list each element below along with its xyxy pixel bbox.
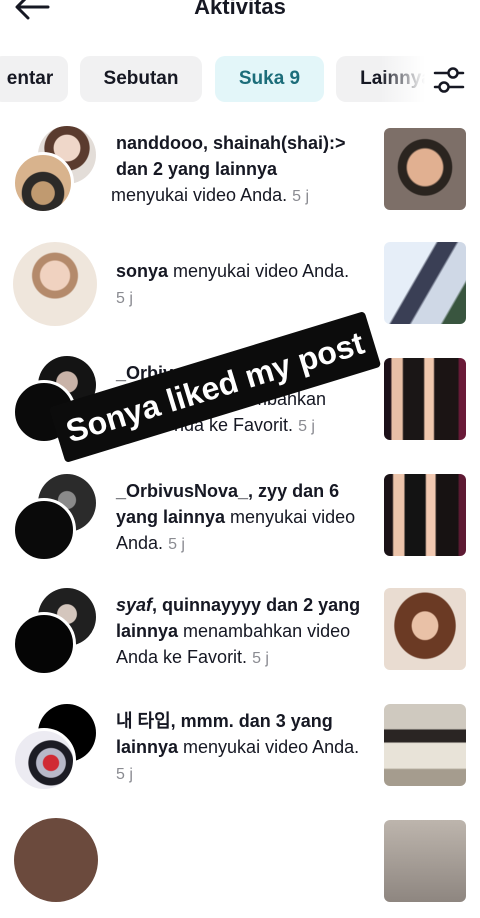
user-name[interactable]: syaf: [116, 595, 152, 615]
video-thumbnail[interactable]: [384, 358, 466, 440]
header: Aktivitas: [0, 0, 480, 40]
timestamp: 5 j: [292, 188, 310, 205]
user-name[interactable]: sonya: [116, 261, 168, 281]
filter-icon[interactable]: [432, 65, 466, 95]
timestamp: 5 j: [252, 650, 269, 667]
notification-item[interactable]: sonya menyukai video Anda. 5 j: [0, 238, 480, 338]
others-count[interactable]: dan 2 yang lainnya: [116, 159, 277, 179]
user-names[interactable]: _OrbivusNova_, zyy dan 6: [116, 481, 339, 501]
avatar[interactable]: [12, 612, 76, 676]
avatar[interactable]: [14, 818, 98, 902]
notification-item[interactable]: _OrbivusNova_, zyy dan 6 yang lainnya me…: [0, 472, 480, 572]
others-count[interactable]: lainnya: [116, 737, 178, 757]
notification-text: 내 타입, mmm. dan 3 yang lainnya menyukai v…: [116, 711, 360, 783]
notification-text: nanddooo, shainah(shai):> dan 2 yang lai…: [111, 133, 346, 205]
filter-tabs: entar Sebutan Suka 9 Lainnya: [0, 56, 480, 104]
notification-text: sonya menyukai video Anda. 5 j: [116, 261, 350, 307]
video-thumbnail[interactable]: [384, 820, 466, 902]
timestamp: 5 j: [298, 418, 315, 435]
tab-sebutan[interactable]: Sebutan: [80, 56, 202, 102]
timestamp: 5 j: [116, 290, 133, 307]
video-thumbnail[interactable]: [384, 242, 466, 324]
video-thumbnail[interactable]: [384, 588, 466, 670]
notification-item[interactable]: nanddooo, shainah(shai):> dan 2 yang lai…: [0, 122, 480, 222]
timestamp: 5 j: [116, 766, 133, 783]
video-thumbnail[interactable]: [384, 704, 466, 786]
notification-item[interactable]: 내 타입, mmm. dan 3 yang lainnya menyukai v…: [0, 702, 480, 802]
user-names[interactable]: , quinnayyyy dan 2 yang: [152, 595, 360, 615]
tab-suka[interactable]: Suka 9: [215, 56, 324, 102]
timestamp: 5 j: [168, 536, 185, 553]
avatar[interactable]: [12, 498, 76, 562]
avatar[interactable]: [13, 242, 97, 326]
avatar[interactable]: [12, 728, 76, 792]
others-count[interactable]: yang lainnya: [116, 507, 225, 527]
video-thumbnail[interactable]: [384, 128, 466, 210]
tab-komentar[interactable]: entar: [0, 56, 68, 102]
notification-text: syaf, quinnayyyy dan 2 yang lainnya mena…: [116, 595, 361, 667]
notification-text: _OrbivusNova_, zyy dan 6 yang lainnya me…: [116, 481, 356, 553]
page-title: Aktivitas: [194, 0, 286, 19]
avatar[interactable]: [12, 152, 74, 214]
notification-item[interactable]: syaf, quinnayyyy dan 2 yang lainnya mena…: [0, 586, 480, 686]
video-thumbnail[interactable]: [384, 474, 466, 556]
user-names[interactable]: nanddooo, shainah(shai):>: [116, 133, 346, 153]
user-names[interactable]: 내 타입, mmm. dan 3 yang: [116, 711, 333, 731]
others-count[interactable]: lainnya: [116, 621, 178, 641]
notification-item[interactable]: [0, 818, 480, 918]
